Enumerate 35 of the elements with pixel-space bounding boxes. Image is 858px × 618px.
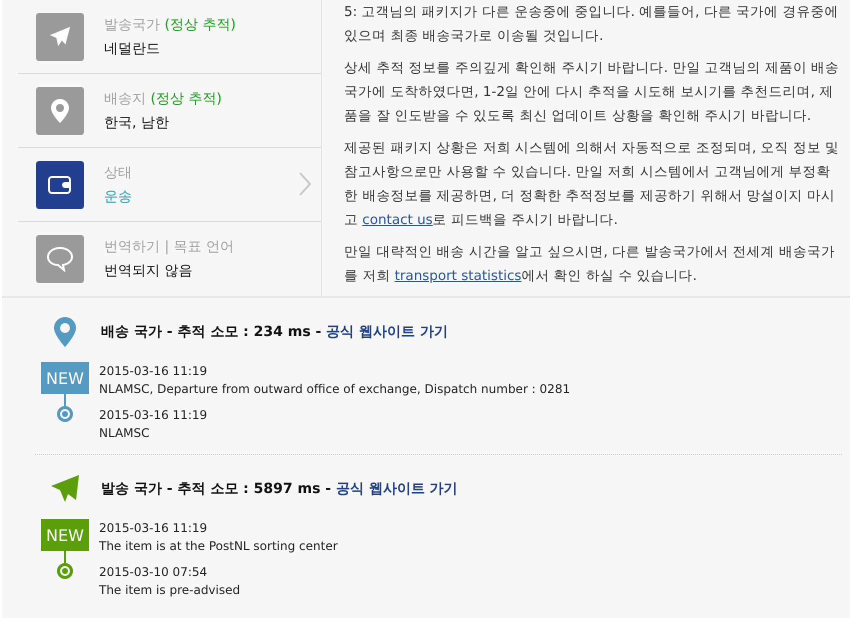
event-description: The item is pre-advised: [99, 582, 240, 599]
location-pin-icon: [54, 317, 76, 347]
link[interactable]: transport statistics: [394, 268, 522, 284]
field-value: 운송: [104, 188, 132, 206]
event-date: 2015-03-10 07:54: [99, 564, 208, 581]
event-description: The item is at the PostNL sorting center: [99, 538, 338, 555]
paragraph: 상세 추적 정보를 주의깊게 확인해 주시기 바랍니다. 만일 고객님의 제품이 배송국가에 도착하였다면, 1-2일 안에 다시 추적을 시도해 보시기를 추천드리며, 제품을 잘 인도받을 수 있도록 최신 업데이트 상황을 확인해 주시기 바랍니다.: [344, 59, 840, 126]
wallet-icon: [48, 176, 72, 194]
chevron-right-icon[interactable]: [299, 172, 311, 196]
field-value: 번역되지 않음: [104, 262, 194, 280]
event-description: NLAMSC, Departure from outward office of exchange, Dispatch number : 0281: [99, 381, 570, 398]
event-date: 2015-03-16 11:19: [99, 363, 208, 380]
paragraph: 만일 대략적인 배송 시간을 알고 싶으시면, 다른 발송국가에서 전세계 배송국가를 저희 transport statistics에서 확인 하실 수 있습니다.: [344, 243, 836, 286]
paragraph: 5: 고객님의 패키지가 다른 운송중에 중입니다. 예를들어, 다른 국가에 경유중에 있으며 최종 배송국가로 이송될 것입니다.: [344, 3, 840, 46]
section-heading: 배송 국가 - 추적 소모 : 234 ms - 공식 웹사이트 가기: [101, 323, 448, 341]
new-badge: NEW: [41, 362, 89, 394]
website-link[interactable]: 공식 웹사이트 가기: [336, 481, 458, 497]
website-link[interactable]: 공식 웹사이트 가기: [326, 324, 448, 340]
event-date: 2015-03-16 11:19: [99, 407, 208, 424]
paper-plane-icon: [49, 26, 71, 48]
field-label: 배송지 (정상 추적): [104, 90, 222, 108]
field-label: 발송국가 (정상 추적): [104, 16, 236, 34]
speech-bubble-icon: [46, 246, 74, 272]
paragraph: 제공된 패키지 상황은 저희 시스템에 의해서 자동적으로 조정되며, 오직 정보 및 참고사항으로만 사용할 수 있습니다. 만일 저희 시스템에서 고객님에게 부정확한 배송정보를 제공하면, 더 정확한 추적정보를 제공하기 위해서 망설이지 마시고 contact us로 피드백을 주시기 바랍니다.: [344, 139, 840, 230]
field-label: 번역하기 | 목표 언어: [104, 238, 234, 256]
new-badge: NEW: [41, 519, 89, 551]
field-value: 한국, 남한: [104, 114, 170, 132]
field-label: 상태: [104, 164, 132, 182]
link[interactable]: contact us: [362, 212, 433, 228]
event-description: NLAMSC: [99, 425, 150, 442]
paper-plane-icon: [50, 474, 80, 504]
field-value: 네덜란드: [104, 40, 161, 58]
location-pin-icon: [51, 98, 69, 122]
event-date: 2015-03-16 11:19: [99, 520, 208, 537]
section-heading: 발송 국가 - 추적 소모 : 5897 ms - 공식 웹사이트 가기: [101, 480, 458, 498]
